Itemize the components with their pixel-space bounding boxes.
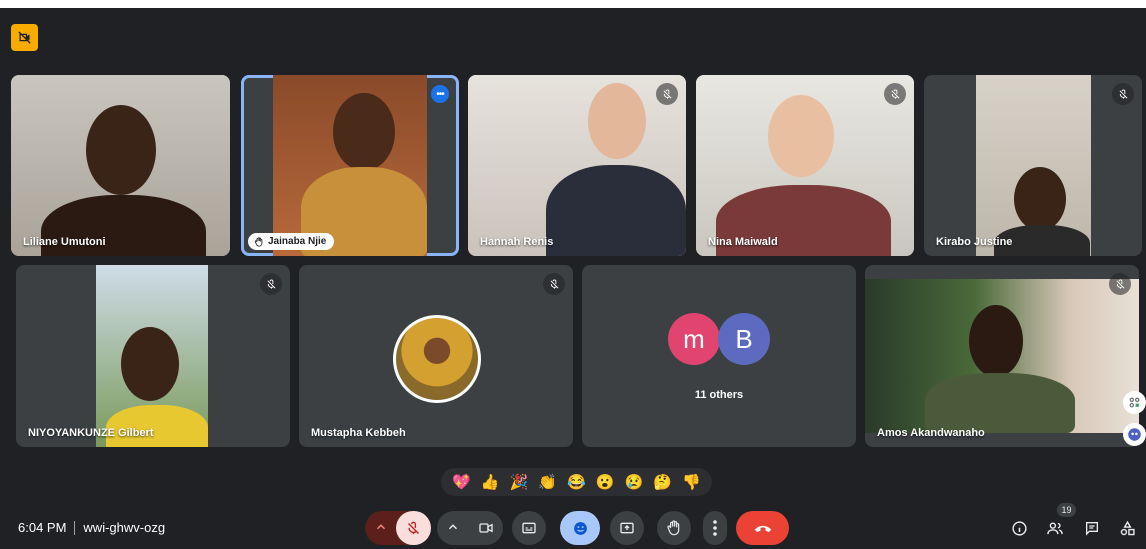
mic-off-icon [884,83,906,105]
reactions-button[interactable] [560,511,600,545]
meeting-info: 6:04 PM wwi-ghwv-ozg [18,520,165,535]
chevron-up-icon[interactable] [446,520,460,539]
camera-button[interactable] [468,511,503,545]
avatar: B [718,313,770,365]
participant-name: Mustapha Kebbeh [311,427,406,439]
raise-hand-button[interactable] [657,511,691,545]
reaction-party[interactable]: 🎉 [510,475,529,490]
avatar: m [668,313,720,365]
assistant-icon[interactable] [1123,423,1146,446]
reaction-thumbs-up[interactable]: 👍 [481,475,500,490]
participant-tile[interactable]: Hannah Renis [468,75,686,256]
mic-off-icon [1109,273,1131,295]
meeting-details-button[interactable] [1005,514,1033,542]
reaction-sad[interactable]: 😢 [625,475,644,490]
mic-off-icon [656,83,678,105]
participant-name: Liliane Umutoni [23,236,106,248]
captions-button[interactable] [512,511,546,545]
participant-name: Hannah Renis [480,236,554,248]
camera-off-indicator-icon[interactable] [11,24,38,51]
more-options-button[interactable] [703,511,727,545]
mic-off-button[interactable] [396,511,431,545]
people-button[interactable] [1041,514,1069,542]
hand-raised-icon [254,236,263,247]
mic-off-icon [260,273,282,295]
reaction-clap[interactable]: 👏 [538,475,557,490]
mic-off-icon [1112,83,1134,105]
participant-tile[interactable]: Kirabo Justine [924,75,1142,256]
participant-tile[interactable]: NIYOYANKUNZE Gilbert [16,265,290,447]
info-icon [1011,520,1027,536]
chat-button[interactable] [1078,514,1106,542]
companion-apps-icon[interactable] [1123,391,1146,414]
reaction-thinking[interactable]: 🤔 [653,475,672,490]
participant-tile[interactable]: Amos Akandwanaho [865,265,1139,447]
people-icon [1047,521,1063,534]
reaction-thumbs-down[interactable]: 👎 [682,475,701,490]
activities-icon [1120,520,1135,535]
emoji-icon [573,521,587,535]
participant-name-pill: Jainaba Njie [248,233,335,250]
participant-name: NIYOYANKUNZE Gilbert [28,427,154,439]
phone-hangup-icon [754,525,771,533]
mic-off-icon [543,273,565,295]
divider [74,520,76,535]
others-count-label: 11 others [694,389,744,401]
meeting-time: 6:04 PM [18,520,67,535]
reaction-laugh[interactable]: 😂 [567,475,586,490]
reaction-surprised[interactable]: 😮 [596,475,615,490]
others-tile[interactable]: m B 11 others [582,265,856,447]
more-options-icon[interactable]: ••• [431,85,449,103]
camera-control-group [437,511,503,545]
reactions-bar: 💖 👍 🎉 👏 😂 😮 😢 🤔 👎 [441,468,712,496]
present-screen-button[interactable] [610,511,644,545]
participant-name: Kirabo Justine [936,236,1013,248]
hand-icon [667,520,680,536]
chevron-up-icon[interactable] [374,520,388,539]
more-vert-icon [713,520,717,536]
participant-tile[interactable]: Nina Maiwald [696,75,914,256]
participant-tile[interactable]: Liliane Umutoni [11,75,230,256]
present-icon [620,522,634,534]
participant-tile[interactable]: Mustapha Kebbeh [299,265,573,447]
end-call-button[interactable] [736,511,789,545]
participant-name: Amos Akandwanaho [877,427,985,439]
people-count-badge: 19 [1057,503,1076,517]
participant-name: Jainaba Njie [268,236,327,247]
activities-button[interactable] [1113,514,1141,542]
top-bar [0,0,1146,8]
chat-icon [1086,522,1098,536]
meeting-code[interactable]: wwi-ghwv-ozg [83,520,165,535]
participant-name: Nina Maiwald [708,236,778,248]
participant-avatar [393,315,481,403]
participant-tile-active[interactable]: ••• Jainaba Njie [241,75,459,256]
mic-control-group [365,511,431,545]
captions-icon [522,522,536,534]
reaction-heart[interactable]: 💖 [452,475,471,490]
